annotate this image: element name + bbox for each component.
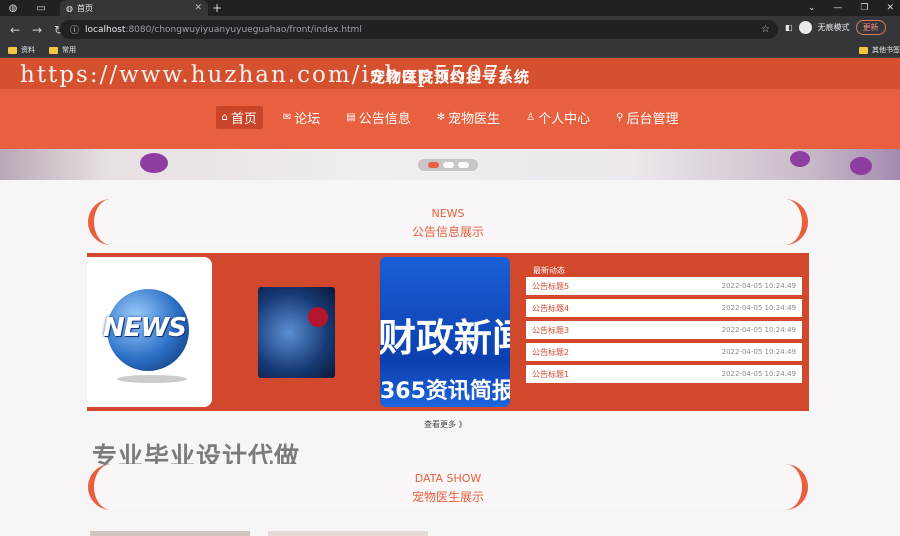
news-image-finance[interactable]: 财政新闻 365资讯简报 — [380, 257, 510, 407]
news-image-thumb[interactable] — [258, 287, 335, 378]
view-more-link[interactable]: 查看更多 》 — [424, 419, 467, 430]
news-image-text: NEWS — [103, 313, 187, 343]
info-icon[interactable]: ⓘ — [70, 23, 79, 36]
menu-item-notice[interactable]: ▤ 公告信息 — [340, 106, 416, 129]
news-list-item[interactable]: 公告标题2 2022-04-05 10:24:49 — [526, 343, 802, 361]
incognito-label: 无痕模式 — [817, 23, 850, 32]
news-panel: NEWS 财政新闻 365资讯简报 最新动态 公告标题52022-04-05 1… — [87, 253, 809, 411]
window-icon[interactable]: ▭ — [34, 1, 48, 15]
close-tab-icon[interactable]: ✕ — [194, 3, 202, 13]
globe-icon[interactable]: ◍ — [6, 1, 20, 15]
section-title-cn: 公告信息展示 — [411, 225, 484, 239]
flower-icon: ✻ — [436, 112, 446, 123]
menu-item-user-center[interactable]: ♙ 个人中心 — [520, 106, 596, 129]
section-title-en: NEWS — [431, 207, 465, 220]
carousel-dot[interactable] — [457, 162, 469, 168]
address-toolbar: ← → ↻ ⓘ localhost:8080/chongwuyiyuanyuyu… — [0, 16, 900, 43]
finance-image-subtitle: 365资讯简报 — [380, 379, 510, 404]
url-bar[interactable]: ⓘ localhost:8080/chongwuyiyuanyuyueguaha… — [60, 20, 778, 39]
mail-icon: ✉ — [282, 112, 292, 123]
flower-decoration — [140, 153, 168, 173]
finance-image-title: 财政新闻 — [380, 316, 510, 360]
flower-decoration — [850, 157, 872, 175]
folder-icon — [49, 46, 58, 54]
news-list: 公告标题5 2022-04-05 10:24:49 公告标题4 2022-04-05… — [526, 277, 802, 387]
browser-tab-bar: ◍ ▭ ◍ 首页 ✕ + ⌄ — ❐ ✕ — [0, 0, 900, 16]
user-icon: ♙ — [526, 112, 536, 123]
globe-shadow — [117, 375, 187, 383]
other-bookmarks[interactable]: 其他书签 — [859, 45, 900, 55]
home-icon: ⌂ — [221, 112, 228, 123]
doctor-thumbnails — [90, 531, 440, 536]
doctor-card[interactable] — [268, 531, 428, 536]
bookmark-star-icon[interactable]: ☆ — [761, 24, 770, 35]
sidepanel-icon[interactable]: ◧ — [785, 23, 793, 32]
folder-icon — [8, 46, 17, 54]
forward-button[interactable]: → — [30, 23, 44, 37]
bookmark-folder[interactable]: 常用 — [49, 45, 76, 55]
url-host: localhost — [85, 24, 126, 35]
watermark-url: https://www.huzhan.com/ishop5597/ — [20, 62, 511, 88]
browser-tab[interactable]: ◍ 首页 ✕ — [60, 0, 208, 16]
menu-item-doctor[interactable]: ✻ 宠物医生 — [431, 106, 506, 129]
bookmarks-bar: 资料 常用 其他书签 — [0, 43, 900, 58]
link-icon: ⚲ — [616, 112, 624, 123]
new-tab-button[interactable]: + — [212, 0, 222, 16]
carousel-dot[interactable] — [427, 162, 439, 168]
tab-title: 首页 — [76, 3, 93, 13]
bookmark-folder[interactable]: 资料 — [8, 45, 35, 55]
menu-item-admin[interactable]: ⚲ 后台管理 — [610, 106, 684, 129]
news-list-item[interactable]: 公告标题1 2022-04-05 10:24:49 — [526, 365, 802, 383]
doctor-card[interactable] — [90, 531, 250, 536]
menu-item-home[interactable]: ⌂ 首页 — [215, 106, 263, 129]
carousel-dot[interactable] — [442, 162, 454, 168]
news-list-item[interactable]: 公告标题5 2022-04-05 10:24:49 — [526, 277, 802, 295]
close-window-button[interactable]: ✕ — [886, 3, 894, 13]
red-marker — [308, 307, 328, 327]
carousel-indicators — [418, 159, 478, 171]
flower-decoration — [790, 151, 810, 167]
folder-icon — [859, 46, 868, 54]
maximize-button[interactable]: ❐ — [860, 3, 868, 13]
incognito-icon[interactable] — [798, 21, 812, 34]
news-image-globe[interactable]: NEWS — [87, 257, 212, 407]
news-list-item[interactable]: 公告标题3 2022-04-05 10:24:49 — [526, 321, 802, 339]
url-path: :8080/chongwuyiyuanyuyueguahao/front/ind… — [125, 24, 362, 35]
section-title-cn: 宠物医生展示 — [411, 490, 484, 504]
minimize-button[interactable]: — — [833, 3, 842, 13]
globe-icon: ◍ — [66, 3, 73, 13]
back-button[interactable]: ← — [8, 23, 22, 37]
news-list-item[interactable]: 公告标题4 2022-04-05 10:24:49 — [526, 299, 802, 317]
banner-carousel — [0, 149, 900, 180]
chevron-down-icon[interactable]: ⌄ — [808, 3, 816, 13]
menu-item-forum[interactable]: ✉ 论坛 — [277, 106, 326, 129]
main-menu: ⌂ 首页 ✉ 论坛 ▤ 公告信息 ✻ 宠物医生 ♙ 个人中心 ⚲ 后台管理 — [0, 106, 900, 129]
section-title-en: DATA SHOW — [414, 472, 482, 485]
doc-icon: ▤ — [346, 112, 356, 123]
news-section-header: NEWS 公告信息展示 — [88, 199, 808, 245]
update-button[interactable]: 更新 — [855, 20, 886, 35]
latest-label: 最新动态 — [533, 266, 565, 275]
doctor-section-header: DATA SHOW 宠物医生展示 — [88, 464, 808, 510]
